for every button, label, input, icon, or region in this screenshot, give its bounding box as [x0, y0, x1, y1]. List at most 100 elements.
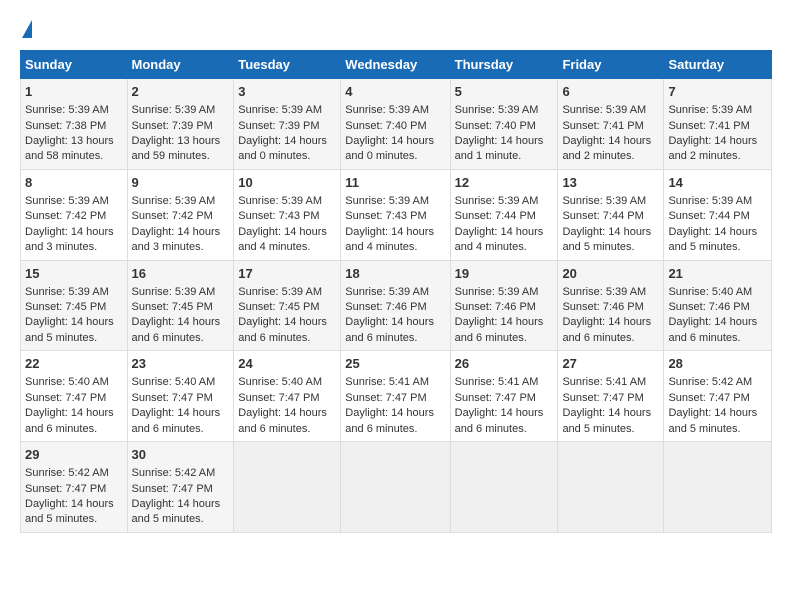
sunset-text: Sunset: 7:47 PM	[345, 392, 426, 404]
daylight-text: Daylight: 14 hours	[562, 316, 651, 328]
daylight-text-cont: and 6 minutes.	[455, 332, 527, 344]
daylight-text-cont: and 5 minutes.	[25, 513, 97, 525]
weekday-sunday: Sunday	[21, 51, 128, 79]
calendar-cell	[558, 442, 664, 533]
day-number: 27	[562, 355, 659, 373]
daylight-text-cont: and 6 minutes.	[562, 332, 634, 344]
sunset-text: Sunset: 7:42 PM	[132, 210, 213, 222]
calendar-cell: 24Sunrise: 5:40 AMSunset: 7:47 PMDayligh…	[234, 351, 341, 442]
daylight-text-cont: and 3 minutes.	[25, 241, 97, 253]
calendar-week-4: 29Sunrise: 5:42 AMSunset: 7:47 PMDayligh…	[21, 442, 772, 533]
day-number: 16	[132, 265, 230, 283]
daylight-text: Daylight: 14 hours	[238, 226, 327, 238]
calendar-header: SundayMondayTuesdayWednesdayThursdayFrid…	[21, 51, 772, 79]
sunset-text: Sunset: 7:45 PM	[238, 301, 319, 313]
daylight-text: Daylight: 14 hours	[345, 407, 434, 419]
sunrise-text: Sunrise: 5:39 AM	[455, 286, 539, 298]
day-number: 9	[132, 174, 230, 192]
day-number: 18	[345, 265, 445, 283]
daylight-text-cont: and 5 minutes.	[562, 423, 634, 435]
sunrise-text: Sunrise: 5:39 AM	[238, 195, 322, 207]
daylight-text-cont: and 6 minutes.	[238, 423, 310, 435]
daylight-text-cont: and 6 minutes.	[668, 332, 740, 344]
calendar-cell	[664, 442, 772, 533]
daylight-text: Daylight: 14 hours	[455, 135, 544, 147]
calendar-cell: 7 Sunrise: 5:39 AM Sunset: 7:41 PM Daylight…	[664, 79, 772, 170]
sunrise-text: Sunrise: 5:39 AM	[668, 104, 752, 116]
daylight-text: Daylight: 14 hours	[668, 135, 757, 147]
day-number: 28	[668, 355, 767, 373]
calendar-cell: 29Sunrise: 5:42 AMSunset: 7:47 PMDayligh…	[21, 442, 128, 533]
calendar-week-3: 22Sunrise: 5:40 AMSunset: 7:47 PMDayligh…	[21, 351, 772, 442]
sunrise-text: Sunrise: 5:39 AM	[668, 195, 752, 207]
sunset-text: Sunset: 7:46 PM	[455, 301, 536, 313]
sunrise-text: Sunrise: 5:41 AM	[562, 376, 646, 388]
calendar-cell: 22Sunrise: 5:40 AMSunset: 7:47 PMDayligh…	[21, 351, 128, 442]
daylight-text-cont: and 1 minute.	[455, 150, 522, 162]
day-number: 10	[238, 174, 336, 192]
daylight-text: Daylight: 14 hours	[668, 407, 757, 419]
daylight-text-cont: and 5 minutes.	[25, 332, 97, 344]
daylight-text-cont: and 6 minutes.	[132, 423, 204, 435]
weekday-wednesday: Wednesday	[341, 51, 450, 79]
day-number: 1	[25, 83, 123, 101]
day-number: 30	[132, 446, 230, 464]
day-number: 20	[562, 265, 659, 283]
sunset-text: Sunset: 7:43 PM	[238, 210, 319, 222]
calendar-cell: 8Sunrise: 5:39 AMSunset: 7:42 PMDaylight…	[21, 169, 128, 260]
daylight-text: Daylight: 14 hours	[132, 226, 221, 238]
sunrise-text: Sunrise: 5:39 AM	[562, 195, 646, 207]
sunset-text: Sunset: 7:41 PM	[668, 120, 749, 132]
daylight-text: Daylight: 14 hours	[25, 498, 114, 510]
calendar-body: 1Sunrise: 5:39 AMSunset: 7:38 PMDaylight…	[21, 79, 772, 533]
daylight-text: Daylight: 14 hours	[345, 316, 434, 328]
daylight-text-cont: and 6 minutes.	[345, 423, 417, 435]
daylight-text-cont: and 6 minutes.	[345, 332, 417, 344]
daylight-text-cont: and 6 minutes.	[25, 423, 97, 435]
sunset-text: Sunset: 7:46 PM	[345, 301, 426, 313]
weekday-saturday: Saturday	[664, 51, 772, 79]
calendar-cell: 21Sunrise: 5:40 AMSunset: 7:46 PMDayligh…	[664, 260, 772, 351]
day-number: 26	[455, 355, 554, 373]
day-number: 4	[345, 83, 445, 101]
sunset-text: Sunset: 7:42 PM	[25, 210, 106, 222]
sunset-text: Sunset: 7:39 PM	[132, 120, 213, 132]
calendar-cell: 20Sunrise: 5:39 AMSunset: 7:46 PMDayligh…	[558, 260, 664, 351]
calendar-cell: 23Sunrise: 5:40 AMSunset: 7:47 PMDayligh…	[127, 351, 234, 442]
sunset-text: Sunset: 7:46 PM	[562, 301, 643, 313]
day-number: 7	[668, 83, 767, 101]
calendar-cell: 30Sunrise: 5:42 AMSunset: 7:47 PMDayligh…	[127, 442, 234, 533]
calendar-cell	[450, 442, 558, 533]
day-number: 19	[455, 265, 554, 283]
calendar-cell: 1Sunrise: 5:39 AMSunset: 7:38 PMDaylight…	[21, 79, 128, 170]
daylight-text-cont: and 2 minutes.	[562, 150, 634, 162]
calendar-cell: 10 Sunrise: 5:39 AM Sunset: 7:43 PM Dayligh…	[234, 169, 341, 260]
sunrise-text: Sunrise: 5:40 AM	[132, 376, 216, 388]
daylight-text: Daylight: 14 hours	[455, 316, 544, 328]
sunset-text: Sunset: 7:47 PM	[25, 483, 106, 495]
logo-triangle-icon	[22, 20, 32, 38]
daylight-text-cont: and 2 minutes.	[668, 150, 740, 162]
calendar-cell: 25Sunrise: 5:41 AMSunset: 7:47 PMDayligh…	[341, 351, 450, 442]
calendar-cell: 27Sunrise: 5:41 AMSunset: 7:47 PMDayligh…	[558, 351, 664, 442]
sunrise-text: Sunrise: 5:42 AM	[668, 376, 752, 388]
day-number: 21	[668, 265, 767, 283]
sunset-text: Sunset: 7:46 PM	[668, 301, 749, 313]
daylight-text-cont: and 6 minutes.	[132, 332, 204, 344]
day-number: 13	[562, 174, 659, 192]
calendar-cell: 26Sunrise: 5:41 AMSunset: 7:47 PMDayligh…	[450, 351, 558, 442]
sunrise-text: Sunrise: 5:39 AM	[238, 104, 322, 116]
daylight-text: Daylight: 14 hours	[562, 407, 651, 419]
calendar-cell: 4Sunrise: 5:39 AMSunset: 7:40 PMDaylight…	[341, 79, 450, 170]
calendar-cell: 19 Sunrise: 5:39 AM Sunset: 7:46 PM Dayligh…	[450, 260, 558, 351]
daylight-text: Daylight: 14 hours	[668, 226, 757, 238]
daylight-text: Daylight: 14 hours	[238, 135, 327, 147]
weekday-header-row: SundayMondayTuesdayWednesdayThursdayFrid…	[21, 51, 772, 79]
calendar-cell: 3Sunrise: 5:39 AMSunset: 7:39 PMDaylight…	[234, 79, 341, 170]
calendar-week-1: 8Sunrise: 5:39 AMSunset: 7:42 PMDaylight…	[21, 169, 772, 260]
calendar-cell: 9Sunrise: 5:39 AMSunset: 7:42 PMDaylight…	[127, 169, 234, 260]
sunrise-text: Sunrise: 5:41 AM	[345, 376, 429, 388]
daylight-text-cont: and 0 minutes.	[238, 150, 310, 162]
sunset-text: Sunset: 7:44 PM	[455, 210, 536, 222]
logo	[20, 20, 32, 40]
